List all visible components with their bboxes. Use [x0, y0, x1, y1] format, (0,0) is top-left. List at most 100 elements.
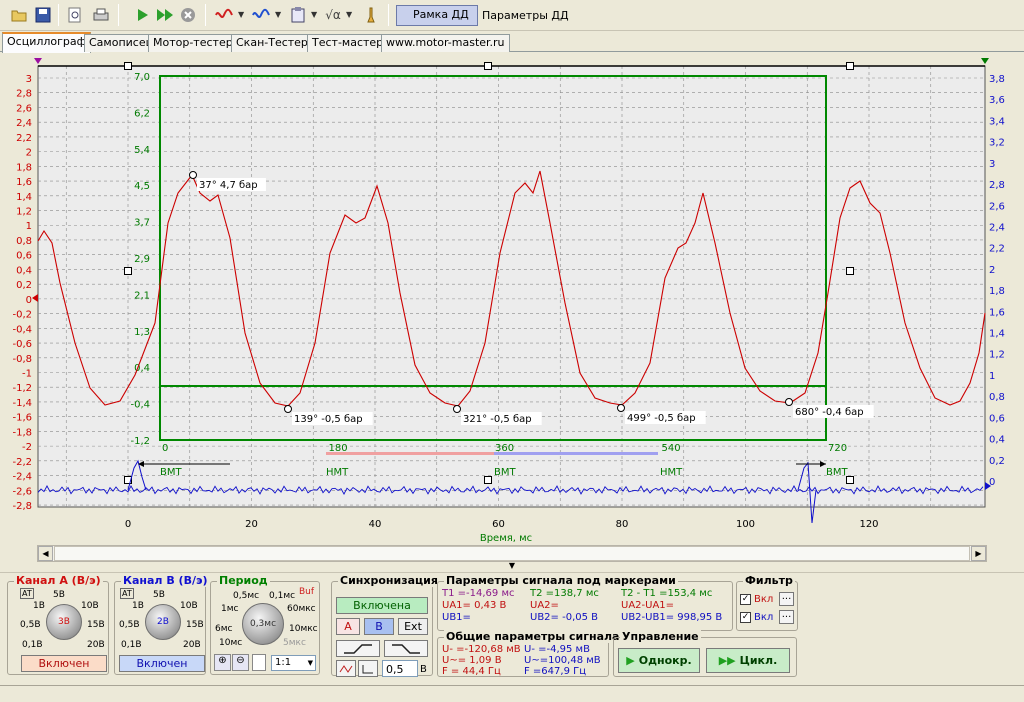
filter-title: Фильтр: [743, 574, 795, 587]
filter-a-more-button[interactable]: ...: [779, 592, 794, 606]
channel-b-group: Канал В (В/э) AT 5В 1В 10В 0,5В 15В 0,1В…: [114, 574, 210, 675]
frame-toggle-button[interactable]: Рамка ДД: [396, 5, 478, 26]
left-tick-label: 0,4: [16, 265, 32, 276]
left-tick-label: -2,8: [12, 501, 32, 512]
left-tick-label: -2,4: [12, 472, 32, 483]
cursor-handle: [124, 267, 132, 275]
scroll-thumb[interactable]: [54, 546, 970, 561]
left-tick-label: 1,2: [16, 207, 32, 218]
tab-recorder[interactable]: Самописец: [84, 34, 159, 52]
channel-b-value: 2В: [157, 617, 169, 627]
left-tick-label: 0: [26, 295, 32, 306]
pressure-marker: [453, 405, 461, 413]
intake-bar: [326, 452, 494, 455]
signal-blue-icon[interactable]: [250, 4, 272, 26]
marker-label: 321° -0,5 бар: [461, 412, 542, 425]
ratio-value: 1:1: [275, 657, 292, 668]
falling-edge-icon[interactable]: [384, 640, 428, 657]
marker-params-group: Параметры сигнала под маркерами T1 =-14,…: [437, 574, 733, 631]
horizontal-scrollbar[interactable]: ◀ ▶: [37, 545, 987, 562]
tab-test-master[interactable]: Тест-мастер: [307, 34, 389, 52]
scroll-right-icon[interactable]: ▶: [971, 546, 986, 561]
signal-red-icon[interactable]: [213, 4, 235, 26]
right-tick-label: 3,6: [989, 95, 1005, 106]
open-folder-icon[interactable]: [8, 4, 30, 26]
sync-channel-b-button[interactable]: B: [364, 618, 394, 635]
left-tick-label: -0,6: [12, 339, 32, 350]
b-min-value: U- =-4,95 мВ: [524, 644, 590, 655]
tab-scan-tester[interactable]: Скан-Тестер: [231, 34, 313, 52]
cycle-run-button[interactable]: ▶▶ Цикл.: [706, 648, 790, 673]
auto-icon[interactable]: AT: [120, 588, 134, 599]
filter-group: Фильтр ✓ Вкл ... ✓ Вкл ...: [736, 574, 798, 631]
oscilloscope-plot[interactable]: 3 2,8 2,6 2,4 2,2 2 1,8 1,6 1,4 1,2 1 0,8 0,6 0,4 0,2 0…: [0, 53, 1024, 570]
zero-a-icon: [32, 294, 38, 302]
left-tick-label: 2,4: [16, 118, 32, 129]
tab-website[interactable]: www.motor-master.ru: [381, 34, 510, 52]
knob-label: 1В: [33, 601, 45, 611]
probe-icon[interactable]: [360, 4, 382, 26]
clipboard-icon[interactable]: [287, 4, 309, 26]
sync-level-icon[interactable]: [358, 660, 378, 677]
a-max-value: U~= 1,09 В: [442, 655, 502, 666]
right-tick-label: 1,6: [989, 307, 1005, 318]
sync-waveform-icon[interactable]: [336, 660, 356, 677]
plot-canvas[interactable]: 3 2,8 2,6 2,4 2,2 2 1,8 1,6 1,4 1,2 1 0,8 0,6 0,4 0,2 0…: [0, 53, 1024, 570]
common-params-group: Общие параметры сигнала U- =-120,68 мВ U…: [437, 630, 622, 677]
pressure-marker: [617, 404, 625, 412]
channel-a-knob[interactable]: 3В: [46, 604, 82, 640]
dua-value: UA2-UA1=: [621, 600, 675, 611]
knob-label: 20В: [183, 640, 201, 650]
channel-a-toggle-button[interactable]: Включен: [21, 655, 107, 672]
frame-y-tick-label: -1,2: [130, 436, 150, 447]
sync-toggle-button[interactable]: Включена: [336, 597, 428, 614]
frame-y-tick-label: 2,1: [134, 290, 150, 301]
params-label[interactable]: Параметры ДД: [482, 9, 569, 22]
sync-ext-button[interactable]: Ext: [398, 618, 428, 635]
frame-y-tick-label: 3,7: [134, 218, 150, 229]
tab-motor-tester[interactable]: Мотор-тестер: [148, 34, 238, 52]
page-icon[interactable]: [252, 654, 266, 671]
pressure-marker: [785, 398, 793, 406]
period-knob[interactable]: 0,3мс: [242, 603, 284, 645]
collapse-panel-icon[interactable]: ▼: [504, 562, 520, 570]
marker-label: 680° -0,4 бар: [793, 405, 874, 418]
frame-y-tick-label: 7,0: [134, 72, 150, 83]
marker-label: 37° 4,7 бар: [197, 178, 266, 191]
main-toolbar: ▼ ▼ ▼ √α ▼ Рамка ДД Параметры ДД: [0, 0, 1024, 31]
sync-channel-a-button[interactable]: A: [336, 618, 360, 635]
single-run-button[interactable]: ▶ Однокр.: [618, 648, 700, 673]
zoom-in-icon[interactable]: ⊕: [214, 654, 231, 671]
play-icon[interactable]: [132, 4, 154, 26]
rising-edge-icon[interactable]: [336, 640, 380, 657]
zoom-out-icon[interactable]: ⊖: [232, 654, 249, 671]
sync-level-input[interactable]: 0,5: [382, 660, 418, 677]
tdc-label: ВМТ: [826, 467, 848, 478]
b-freq-value: F =647,9 Гц: [524, 666, 587, 677]
auto-icon[interactable]: AT: [20, 588, 34, 599]
left-tick-label: -2,2: [12, 457, 32, 468]
filter-b-more-button[interactable]: ...: [779, 610, 794, 624]
channel-b-knob[interactable]: 2В: [145, 604, 181, 640]
filter-a-label: Вкл: [754, 594, 774, 605]
stop-icon[interactable]: [177, 4, 199, 26]
save-icon[interactable]: [32, 4, 54, 26]
tdc-label: ВМТ: [160, 467, 182, 478]
tdc-label: НМТ: [326, 467, 349, 478]
filter-a-checkbox[interactable]: ✓: [740, 594, 751, 605]
x-tick-label: 40: [369, 519, 382, 530]
math-icon[interactable]: √α: [322, 4, 344, 26]
print-icon[interactable]: [90, 4, 112, 26]
scroll-left-icon[interactable]: ◀: [38, 546, 53, 561]
fast-play-icon[interactable]: [154, 4, 176, 26]
knob-label: 5В: [53, 590, 65, 600]
tdc-label: ВМТ: [494, 467, 516, 478]
zoom-doc-icon[interactable]: [64, 4, 86, 26]
right-tick-label: 1,4: [989, 329, 1005, 340]
channel-b-toggle-button[interactable]: Включен: [119, 655, 205, 672]
filter-b-checkbox[interactable]: ✓: [740, 612, 751, 623]
ratio-select[interactable]: 1:1 ▼: [271, 655, 316, 671]
control-title: Управление: [620, 630, 701, 643]
right-tick-label: 1: [989, 371, 995, 382]
tab-oscilloscope[interactable]: Осциллограф: [2, 32, 92, 53]
